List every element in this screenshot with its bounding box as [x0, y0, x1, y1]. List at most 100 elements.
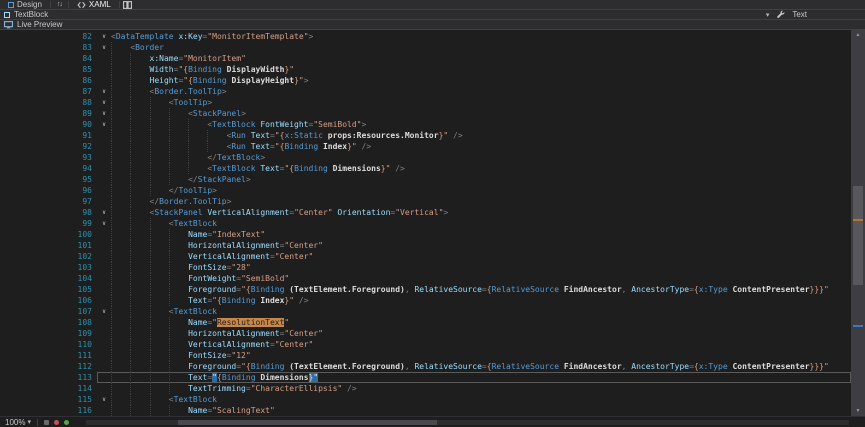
- code-text[interactable]: Name="ScalingText": [111, 405, 851, 416]
- code-text[interactable]: FontWeight="SemiBold": [111, 273, 851, 284]
- code-line-94[interactable]: 94<TextBlock Text="{Binding Dimensions}"…: [0, 163, 851, 174]
- code-text[interactable]: VerticalAlignment="Center": [111, 339, 851, 350]
- code-text[interactable]: </Border.ToolTip>: [111, 196, 851, 207]
- line-number[interactable]: 84: [0, 53, 97, 64]
- line-number[interactable]: 95: [0, 174, 97, 185]
- line-number[interactable]: 96: [0, 185, 97, 196]
- line-number[interactable]: 100: [0, 229, 97, 240]
- code-text[interactable]: <TextBlock: [111, 306, 851, 317]
- horizontal-scrollbar-thumb[interactable]: [178, 420, 437, 425]
- line-number[interactable]: 87: [0, 86, 97, 97]
- code-text[interactable]: FontSize="12": [111, 350, 851, 361]
- code-text[interactable]: </ToolTip>: [111, 185, 851, 196]
- code-text[interactable]: TextTrimming="CharacterEllipsis" />: [111, 383, 851, 394]
- split-view-icon[interactable]: [123, 1, 132, 9]
- code-line-91[interactable]: 91 <Run Text="{x:Static props:Resources.M…: [0, 130, 851, 141]
- fold-chevron-icon[interactable]: ∨: [97, 394, 111, 405]
- code-line-83[interactable]: 83∨<Border: [0, 42, 851, 53]
- scrollbar-down-icon[interactable]: ▼: [851, 406, 865, 416]
- line-number[interactable]: 101: [0, 240, 97, 251]
- line-number[interactable]: 88: [0, 97, 97, 108]
- code-text[interactable]: <Run Text="{x:Static props:Resources.Mon…: [111, 130, 851, 141]
- line-number[interactable]: 92: [0, 141, 97, 152]
- fold-chevron-icon[interactable]: ∨: [97, 119, 111, 130]
- code-text[interactable]: </TextBlock>: [111, 152, 851, 163]
- code-line-115[interactable]: 115∨<TextBlock: [0, 394, 851, 405]
- design-tab[interactable]: Design: [3, 0, 47, 9]
- code-line-113[interactable]: 113 Text="{Binding Dimensions}": [0, 372, 851, 383]
- code-text[interactable]: <ToolTip>: [111, 97, 851, 108]
- line-number[interactable]: 110: [0, 339, 97, 350]
- fold-chevron-icon[interactable]: ∨: [97, 86, 111, 97]
- code-text[interactable]: Text="{Binding Index}" />: [111, 295, 851, 306]
- code-text[interactable]: FontSize="28": [111, 262, 851, 273]
- scrollbar-thumb[interactable]: [853, 186, 863, 285]
- line-number[interactable]: 82: [0, 31, 97, 42]
- breadcrumb-dropdown-icon[interactable]: ▾: [766, 11, 770, 19]
- fold-chevron-icon[interactable]: ∨: [97, 218, 111, 229]
- code-text[interactable]: VerticalAlignment="Center": [111, 251, 851, 262]
- scrollbar-track[interactable]: [851, 40, 865, 406]
- line-number[interactable]: 107: [0, 306, 97, 317]
- code-text[interactable]: HorizontalAlignment="Center": [111, 240, 851, 251]
- line-number[interactable]: 89: [0, 108, 97, 119]
- code-line-96[interactable]: 96 </ToolTip>: [0, 185, 851, 196]
- code-line-95[interactable]: 95</StackPanel>: [0, 174, 851, 185]
- line-number[interactable]: 83: [0, 42, 97, 53]
- line-number[interactable]: 109: [0, 328, 97, 339]
- code-text[interactable]: <Border: [111, 42, 851, 53]
- code-line-88[interactable]: 88∨<ToolTip>: [0, 97, 851, 108]
- code-line-105[interactable]: 105 Foreground="{Binding (TextElement.For…: [0, 284, 851, 295]
- code-text[interactable]: Name="IndexText": [111, 229, 851, 240]
- line-number[interactable]: 113: [0, 372, 97, 383]
- code-line-92[interactable]: 92 <Run Text="{Binding Index}" />: [0, 141, 851, 152]
- code-line-112[interactable]: 112Foreground="{Binding (TextElement.For…: [0, 361, 851, 372]
- code-line-108[interactable]: 108Name="ResolutionText": [0, 317, 851, 328]
- fold-chevron-icon[interactable]: ∨: [97, 108, 111, 119]
- line-number[interactable]: 111: [0, 350, 97, 361]
- code-line-93[interactable]: 93 </TextBlock>: [0, 152, 851, 163]
- code-text[interactable]: <StackPanel>: [111, 108, 851, 119]
- fold-chevron-icon[interactable]: ∨: [97, 207, 111, 218]
- code-text[interactable]: <StackPanel VerticalAlignment="Center" O…: [111, 207, 851, 218]
- code-line-101[interactable]: 101 HorizontalAlignment="Center": [0, 240, 851, 251]
- code-text[interactable]: Foreground="{Binding (TextElement.Foregr…: [111, 284, 851, 295]
- status-icon-2[interactable]: [54, 420, 59, 425]
- code-text[interactable]: Width="{Binding DisplayWidth}": [111, 64, 851, 75]
- code-text[interactable]: HorizontalAlignment="Center": [111, 328, 851, 339]
- line-number[interactable]: 106: [0, 295, 97, 306]
- zoom-control[interactable]: 100% ▾: [5, 418, 31, 427]
- line-number[interactable]: 93: [0, 152, 97, 163]
- line-number[interactable]: 105: [0, 284, 97, 295]
- scrollbar-up-icon[interactable]: ▲: [851, 30, 865, 40]
- breadcrumb-element[interactable]: TextBlock: [14, 10, 48, 19]
- code-line-89[interactable]: 89∨<StackPanel>: [0, 108, 851, 119]
- horizontal-scrollbar[interactable]: [86, 420, 849, 425]
- code-text[interactable]: <TextBlock: [111, 394, 851, 405]
- code-text[interactable]: <DataTemplate x:Key="MonitorItemTemplate…: [111, 31, 851, 42]
- code-line-99[interactable]: 99∨<TextBlock: [0, 218, 851, 229]
- line-number[interactable]: 91: [0, 130, 97, 141]
- code-text[interactable]: <TextBlock: [111, 218, 851, 229]
- code-line-85[interactable]: 85 Width="{Binding DisplayWidth}": [0, 64, 851, 75]
- code-text[interactable]: <Run Text="{Binding Index}" />: [111, 141, 851, 152]
- xaml-tab[interactable]: XAML: [72, 0, 116, 9]
- status-icon-1[interactable]: [44, 420, 49, 425]
- line-number[interactable]: 115: [0, 394, 97, 405]
- line-number[interactable]: 85: [0, 64, 97, 75]
- line-number[interactable]: 99: [0, 218, 97, 229]
- line-number[interactable]: 97: [0, 196, 97, 207]
- code-line-103[interactable]: 103FontSize="28": [0, 262, 851, 273]
- code-line-87[interactable]: 87∨<Border.ToolTip>: [0, 86, 851, 97]
- fold-chevron-icon[interactable]: ∨: [97, 306, 111, 317]
- code-line-82[interactable]: 82∨<DataTemplate x:Key="MonitorItemTempl…: [0, 31, 851, 42]
- fold-chevron-icon[interactable]: ∨: [97, 31, 111, 42]
- code-line-109[interactable]: 109 HorizontalAlignment="Center": [0, 328, 851, 339]
- code-text[interactable]: Text="{Binding Dimensions}": [111, 372, 851, 383]
- line-number[interactable]: 114: [0, 383, 97, 394]
- code-line-114[interactable]: 114 TextTrimming="CharacterEllipsis" />: [0, 383, 851, 394]
- code-text[interactable]: Name="ResolutionText": [111, 317, 851, 328]
- line-number[interactable]: 90: [0, 119, 97, 130]
- code-line-102[interactable]: 102VerticalAlignment="Center": [0, 251, 851, 262]
- code-text[interactable]: <TextBlock FontWeight="SemiBold">: [111, 119, 851, 130]
